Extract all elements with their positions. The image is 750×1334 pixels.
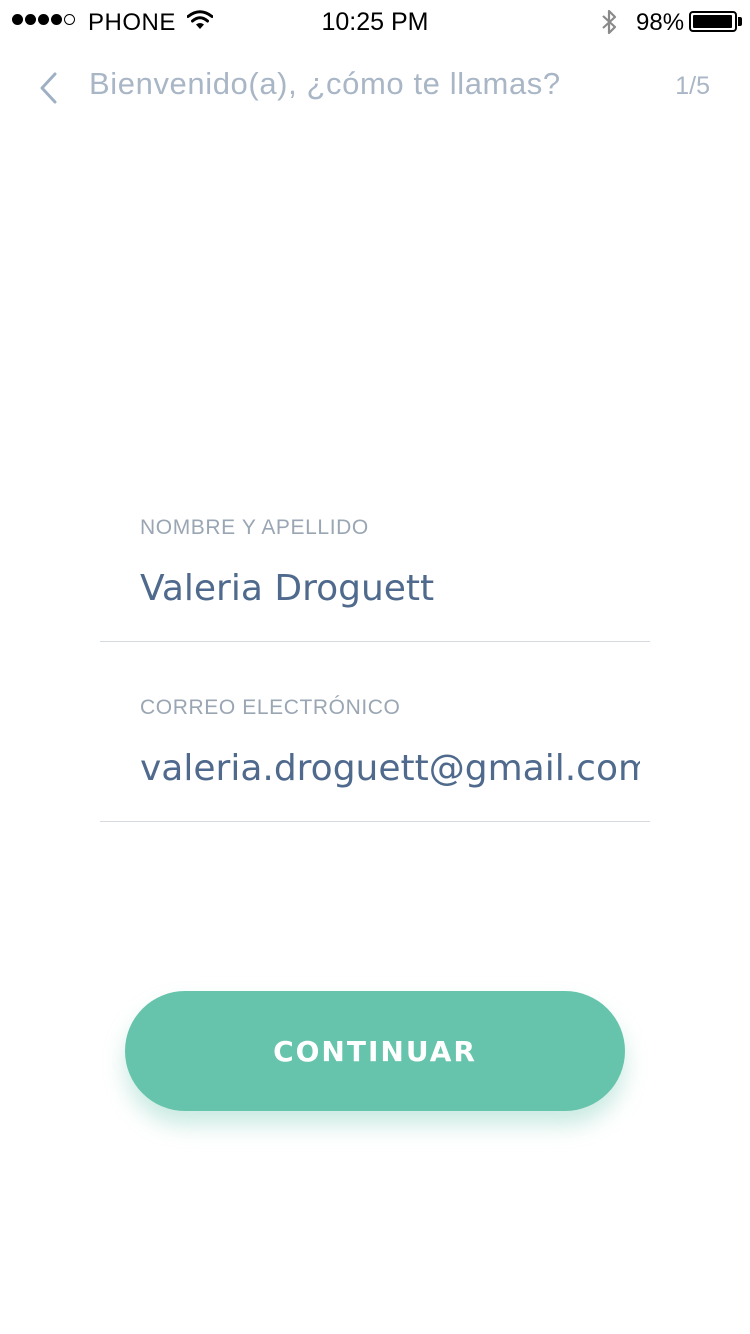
name-label: NOMBRE Y APELLIDO [140,516,369,539]
status-bar: PHONE 10:25 PM 98% [0,0,750,44]
name-field[interactable]: NOMBRE Y APELLIDO [100,510,650,642]
email-field[interactable]: CORREO ELECTRÓNICO [100,690,650,822]
bluetooth-icon [602,9,617,35]
battery-icon [689,11,737,32]
chevron-left-icon [40,72,57,104]
email-input[interactable] [140,748,640,789]
battery-level-fill [693,15,732,28]
step-indicator: 1/5 [675,72,710,100]
nav-bar: Bienvenido(a), ¿cómo te llamas? 1/5 [0,60,750,116]
email-label: CORREO ELECTRÓNICO [140,696,401,719]
back-button[interactable] [30,68,66,108]
page-title: Bienvenido(a), ¿cómo te llamas? [89,66,561,101]
continue-button[interactable]: CONTINUAR [125,991,625,1111]
battery-tip [738,17,742,26]
battery-percent: 98% [636,9,685,36]
name-input[interactable] [140,568,640,609]
